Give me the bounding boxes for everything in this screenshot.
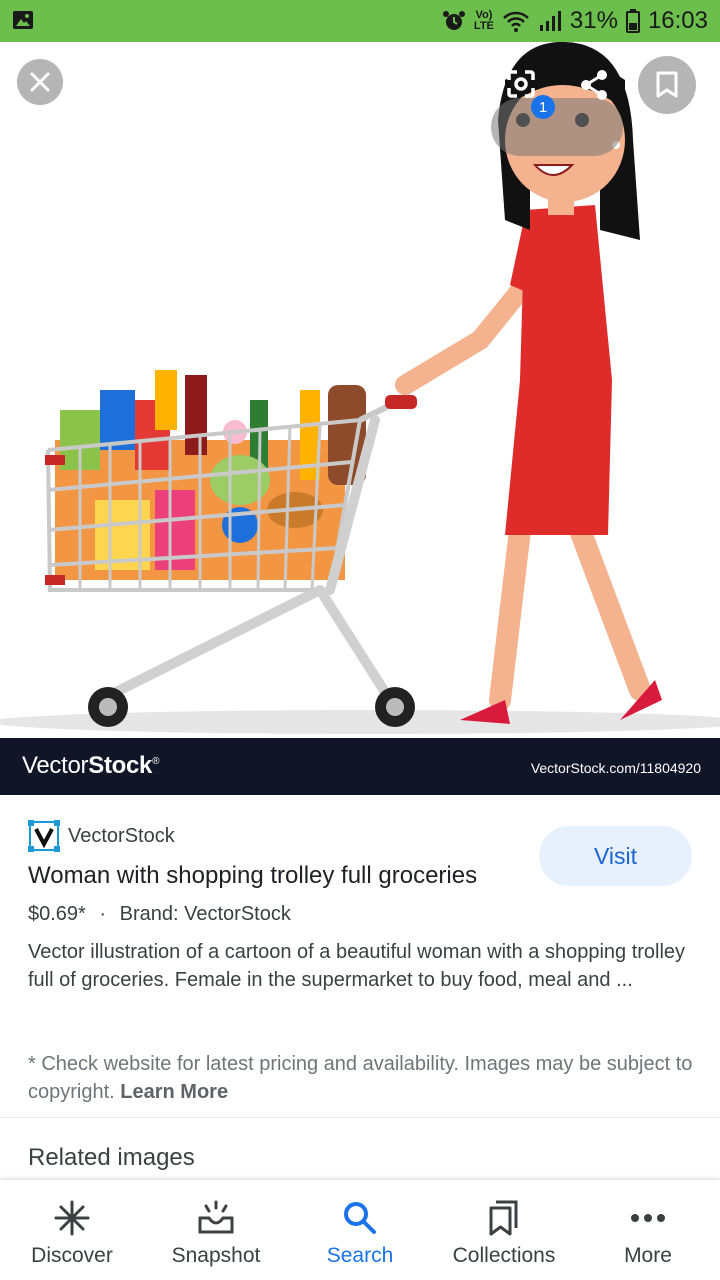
watermark-brand: VectorStock® [22,752,160,779]
nav-more[interactable]: More [576,1180,720,1280]
nav-snapshot-label: Snapshot [171,1244,261,1267]
asterisk-icon [54,1200,90,1236]
brand: Brand: VectorStock [119,903,291,925]
vectorstock-favicon-icon [28,820,60,852]
price-line: $0.69* · Brand: VectorStock [28,903,291,926]
separator: · [99,903,107,925]
notification-badge: 1 [531,95,555,119]
divider [0,1117,720,1118]
clock: 16:03 [647,7,708,34]
source-site[interactable]: VectorStock [28,820,175,852]
status-bar: Vo) LTE 31% 16:03 [0,0,720,42]
nav-discover-label: Discover [31,1244,113,1267]
snapshot-icon [198,1200,234,1234]
wifi-icon [503,11,529,32]
learn-more-link[interactable]: Learn More [120,1081,228,1103]
share-button[interactable] [577,68,611,102]
related-images-heading: Related images [28,1144,195,1171]
disclaimer: * Check website for latest pricing and a… [28,1050,698,1106]
volte-indicator: Vo) LTE [473,9,494,32]
save-button[interactable] [638,56,696,114]
image-preview[interactable]: 1 [0,42,720,795]
signal-icon [539,11,561,31]
lens-button[interactable] [503,66,539,102]
result-description: Vector illustration of a cartoon of a be… [28,941,686,991]
close-icon [30,72,50,92]
alarm-icon [442,11,465,30]
lens-share-pill [491,98,623,156]
result-title[interactable]: Woman with shopping trolley full groceri… [28,862,477,890]
price: $0.69* [28,903,86,925]
gallery-icon [13,11,33,29]
battery-icon [625,9,640,33]
watermark-banner: VectorStock® VectorStock.com/11804920 [0,738,720,795]
nav-collections-label: Collections [452,1244,556,1267]
watermark-url: VectorStock.com/11804920 [530,760,701,776]
nav-search[interactable]: Search [288,1180,432,1280]
nav-discover[interactable]: Discover [0,1180,144,1280]
share-icon [581,70,607,100]
nav-search-label: Search [326,1244,394,1267]
more-dots-icon [631,1214,665,1222]
visit-button[interactable]: Visit [539,826,692,886]
nav-snapshot[interactable]: Snapshot [144,1180,288,1280]
bottom-nav: Discover Snapshot Search Collections Mor… [0,1180,720,1280]
google-lens-icon [507,70,535,98]
nav-collections[interactable]: Collections [432,1180,576,1280]
bookmark-icon [656,71,678,98]
close-button[interactable] [17,59,63,105]
collections-icon [489,1200,518,1236]
source-name: VectorStock [68,824,175,847]
nav-more-label: More [624,1244,672,1267]
search-icon [344,1202,376,1234]
battery-percent: 31% [569,7,618,34]
